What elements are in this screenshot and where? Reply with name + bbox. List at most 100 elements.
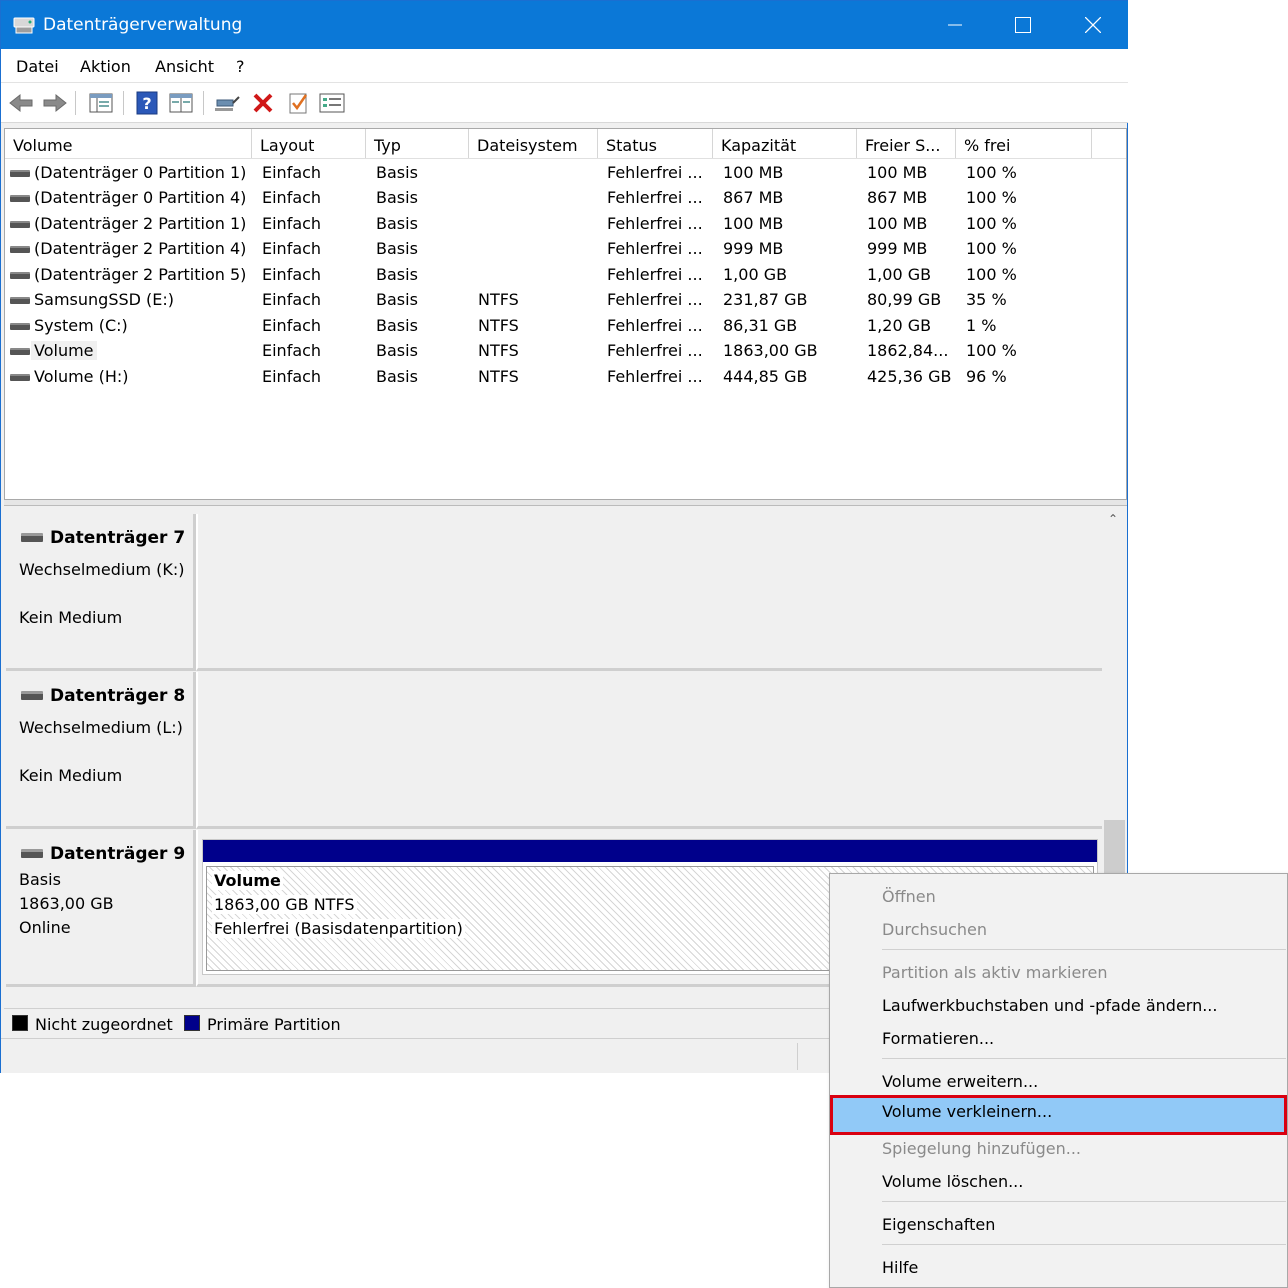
title-bar[interactable]: Datenträgerverwaltung <box>1 1 1128 49</box>
cell-freier-speicher: 1,00 GB <box>867 265 932 284</box>
check-button[interactable] <box>284 89 312 117</box>
cell-freier-speicher: 1862,84... <box>867 341 949 360</box>
column-header-prozent-frei[interactable]: % frei <box>956 129 1092 158</box>
connect-icon <box>215 96 240 111</box>
minimize-button[interactable] <box>921 1 989 49</box>
cell-layout: Einfach <box>262 367 322 386</box>
menu-aktion[interactable]: Aktion <box>80 57 131 76</box>
cell-prozent-frei: 1 % <box>966 316 997 335</box>
table-row[interactable]: (Datenträger 0 Partition 1) Einfach Basi… <box>5 161 1126 186</box>
menu-bar: Datei Aktion Ansicht ? <box>1 49 1128 83</box>
menu-ansicht[interactable]: Ansicht <box>155 57 214 76</box>
disk-8-area[interactable] <box>196 672 1102 829</box>
menu-item-laufwerkbuchstaben[interactable]: Laufwerkbuchstaben und -pfade ändern... <box>830 989 1287 1022</box>
cell-volume: Volume <box>31 341 97 360</box>
cell-freier-speicher: 999 MB <box>867 239 928 258</box>
column-header-volume[interactable]: Volume <box>5 129 252 158</box>
cell-prozent-frei: 100 % <box>966 265 1017 284</box>
cell-volume: (Datenträger 0 Partition 1) <box>34 163 247 182</box>
disk-name: Datenträger 8 <box>50 686 186 706</box>
close-button[interactable] <box>1059 1 1127 49</box>
volume-list-header: Volume Layout Typ Dateisystem Status Kap… <box>5 129 1126 159</box>
menu-item-hilfe[interactable]: Hilfe <box>830 1251 1287 1284</box>
cell-kapazitaet: 231,87 GB <box>723 290 808 309</box>
list-button[interactable] <box>318 89 346 117</box>
menu-item-volume-loeschen[interactable]: Volume löschen... <box>830 1165 1287 1198</box>
column-header-dateisystem[interactable]: Dateisystem <box>469 129 598 158</box>
console-tree-icon <box>89 93 113 113</box>
menu-item-partition-aktiv[interactable]: Partition als aktiv markieren <box>830 956 1287 989</box>
cell-typ: Basis <box>376 316 418 335</box>
cell-status: Fehlerfrei ... <box>607 341 703 360</box>
partition-status: Fehlerfrei (Basisdatenpartition) <box>212 919 465 938</box>
cell-layout: Einfach <box>262 316 322 335</box>
cell-status: Fehlerfrei ... <box>607 239 703 258</box>
primary-partition-swatch <box>184 1015 200 1031</box>
disk-icon <box>10 272 30 279</box>
cell-kapazitaet: 100 MB <box>723 163 784 182</box>
table-row[interactable]: System (C:) Einfach Basis NTFS Fehlerfre… <box>5 314 1126 339</box>
column-header-status[interactable]: Status <box>598 129 713 158</box>
maximize-button[interactable] <box>989 1 1057 49</box>
cell-dateisystem: NTFS <box>478 316 519 335</box>
table-row[interactable]: SamsungSSD (E:) Einfach Basis NTFS Fehle… <box>5 288 1126 313</box>
menu-datei[interactable]: Datei <box>16 57 59 76</box>
menu-item-volume-verkleinern[interactable]: Volume verkleinern... <box>830 1095 1287 1135</box>
disk-9-info[interactable]: Datenträger 9 Basis 1863,00 GB Online <box>6 830 196 987</box>
cell-typ: Basis <box>376 265 418 284</box>
scroll-up-icon[interactable]: ⌃ <box>1108 512 1118 526</box>
forward-button[interactable] <box>41 89 69 117</box>
disk-icon <box>10 297 30 304</box>
cell-kapazitaet: 1863,00 GB <box>723 341 818 360</box>
table-row[interactable]: Volume Einfach Basis NTFS Fehlerfrei ...… <box>5 339 1126 364</box>
cell-layout: Einfach <box>262 239 322 258</box>
back-button[interactable] <box>7 89 35 117</box>
column-header-kapazitaet[interactable]: Kapazität <box>713 129 857 158</box>
forward-icon <box>43 93 67 113</box>
menu-item-durchsuchen[interactable]: Durchsuchen <box>830 913 1287 946</box>
table-row[interactable]: (Datenträger 0 Partition 4) Einfach Basi… <box>5 186 1126 211</box>
disk-8-info[interactable]: Datenträger 8 Wechselmedium (L:) Kein Me… <box>6 672 196 829</box>
disk-size: 1863,00 GB <box>19 894 114 913</box>
cell-typ: Basis <box>376 163 418 182</box>
partition-name: Volume <box>212 871 283 890</box>
table-row[interactable]: (Datenträger 2 Partition 1) Einfach Basi… <box>5 212 1126 237</box>
disk-management-app-icon <box>13 17 35 34</box>
cell-freier-speicher: 425,36 GB <box>867 367 952 386</box>
cell-status: Fehlerfrei ... <box>607 316 703 335</box>
disk-7-area[interactable] <box>196 514 1102 671</box>
cell-status: Fehlerfrei ... <box>607 163 703 182</box>
menu-item-eigenschaften[interactable]: Eigenschaften <box>830 1208 1287 1241</box>
cell-volume: SamsungSSD (E:) <box>34 290 175 309</box>
cell-freier-speicher: 100 MB <box>867 163 928 182</box>
table-row[interactable]: Volume (H:) Einfach Basis NTFS Fehlerfre… <box>5 365 1126 390</box>
disk-7-info[interactable]: Datenträger 7 Wechselmedium (K:) Kein Me… <box>6 514 196 671</box>
delete-button[interactable] <box>249 89 277 117</box>
menu-help[interactable]: ? <box>236 57 245 76</box>
menu-item-oeffnen[interactable]: Öffnen <box>830 880 1287 913</box>
console-tree-button[interactable] <box>87 89 115 117</box>
table-row[interactable]: (Datenträger 2 Partition 5) Einfach Basi… <box>5 263 1126 288</box>
cell-volume: (Datenträger 2 Partition 4) <box>34 239 247 258</box>
connect-button[interactable] <box>213 89 241 117</box>
cell-prozent-frei: 100 % <box>966 188 1017 207</box>
column-header-freier-speicher[interactable]: Freier S... <box>857 129 956 158</box>
cell-prozent-frei: 100 % <box>966 239 1017 258</box>
cell-layout: Einfach <box>262 265 322 284</box>
cell-freier-speicher: 1,20 GB <box>867 316 932 335</box>
table-row[interactable]: (Datenträger 2 Partition 4) Einfach Basi… <box>5 237 1126 262</box>
menu-item-formatieren[interactable]: Formatieren... <box>830 1022 1287 1055</box>
check-icon <box>289 93 308 114</box>
cell-typ: Basis <box>376 341 418 360</box>
column-header-layout[interactable]: Layout <box>252 129 366 158</box>
menu-item-spiegelung[interactable]: Spiegelung hinzufügen... <box>830 1132 1287 1165</box>
column-header-typ[interactable]: Typ <box>366 129 469 158</box>
properties-button[interactable] <box>167 89 195 117</box>
cell-kapazitaet: 444,85 GB <box>723 367 808 386</box>
help-button[interactable]: ? <box>133 89 161 117</box>
cell-freier-speicher: 100 MB <box>867 214 928 233</box>
volume-list[interactable]: Volume Layout Typ Dateisystem Status Kap… <box>4 128 1127 500</box>
help-icon: ? <box>136 91 158 115</box>
menu-item-volume-erweitern[interactable]: Volume erweitern... <box>830 1065 1287 1098</box>
cell-layout: Einfach <box>262 290 322 309</box>
